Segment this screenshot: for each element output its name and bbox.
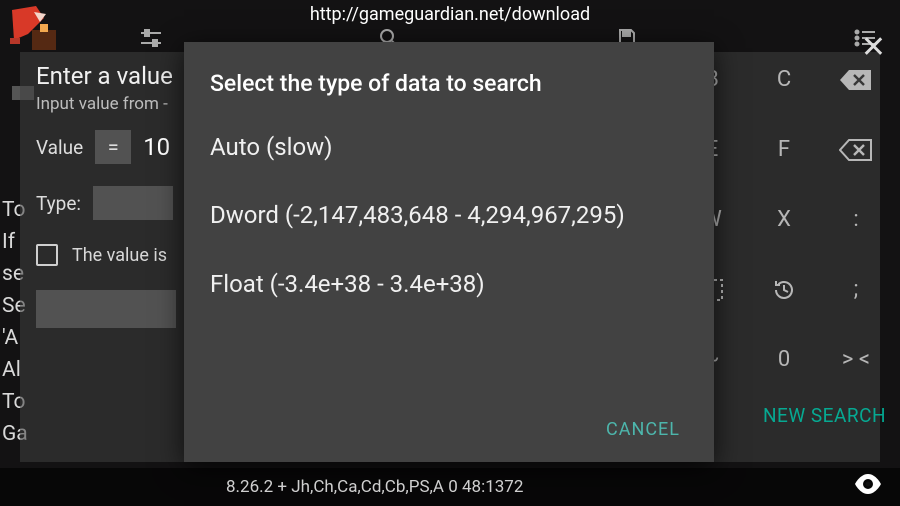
url-bar: http://gameguardian.net/download [0, 0, 900, 28]
right-keypad: B C E F W X : ; ~ 0 > < NEW SEARCH [684, 56, 884, 382]
key-zero[interactable]: 0 [756, 347, 812, 372]
value-input[interactable]: 10 [143, 133, 170, 161]
extra-field[interactable] [36, 290, 176, 328]
bottom-status-bar: 8.26.2 + Jh,Ch,Ca,Cd,Cb,PS,A 0 48:1372 [0, 468, 900, 506]
key-semicolon[interactable]: ; [828, 277, 884, 302]
backspace-icon[interactable] [828, 67, 884, 92]
dialog-body: Auto (slow) Dword (-2,147,483,648 - 4,29… [184, 115, 714, 397]
sliders-icon[interactable] [140, 28, 162, 54]
dialog-title: Select the type of data to search [184, 42, 714, 115]
close-icon[interactable]: ✕ [861, 30, 886, 65]
option-auto[interactable]: Auto (slow) [210, 115, 688, 183]
key-angle-brackets[interactable]: > < [828, 347, 884, 372]
new-search-button[interactable]: NEW SEARCH [763, 404, 886, 427]
option-dword[interactable]: Dword (-2,147,483,648 - 4,294,967,295) [210, 183, 688, 251]
select-type-dialog: Select the type of data to search Auto (… [184, 42, 714, 462]
type-selector[interactable] [93, 186, 173, 220]
history-icon[interactable] [756, 276, 812, 301]
checkbox-icon[interactable] [36, 244, 58, 266]
cancel-button[interactable]: CANCEL [592, 409, 694, 450]
status-text: 8.26.2 + Jh,Ch,Ca,Cd,Cb,PS,A 0 48:1372 [226, 477, 523, 497]
key-c[interactable]: C [756, 67, 812, 92]
key-colon[interactable]: : [828, 207, 884, 232]
value-label: Value [36, 136, 83, 159]
dialog-actions: CANCEL [184, 397, 714, 462]
visibility-eye-icon[interactable] [854, 474, 882, 500]
option-float[interactable]: Float (-3.4e+38 - 3.4e+38) [210, 252, 688, 320]
equals-selector[interactable]: = [95, 130, 131, 164]
type-label: Type: [36, 192, 81, 215]
key-f[interactable]: F [756, 137, 812, 162]
key-x[interactable]: X [756, 207, 812, 232]
backspace-outline-icon[interactable] [828, 137, 884, 162]
checkbox-label: The value is [72, 245, 167, 266]
